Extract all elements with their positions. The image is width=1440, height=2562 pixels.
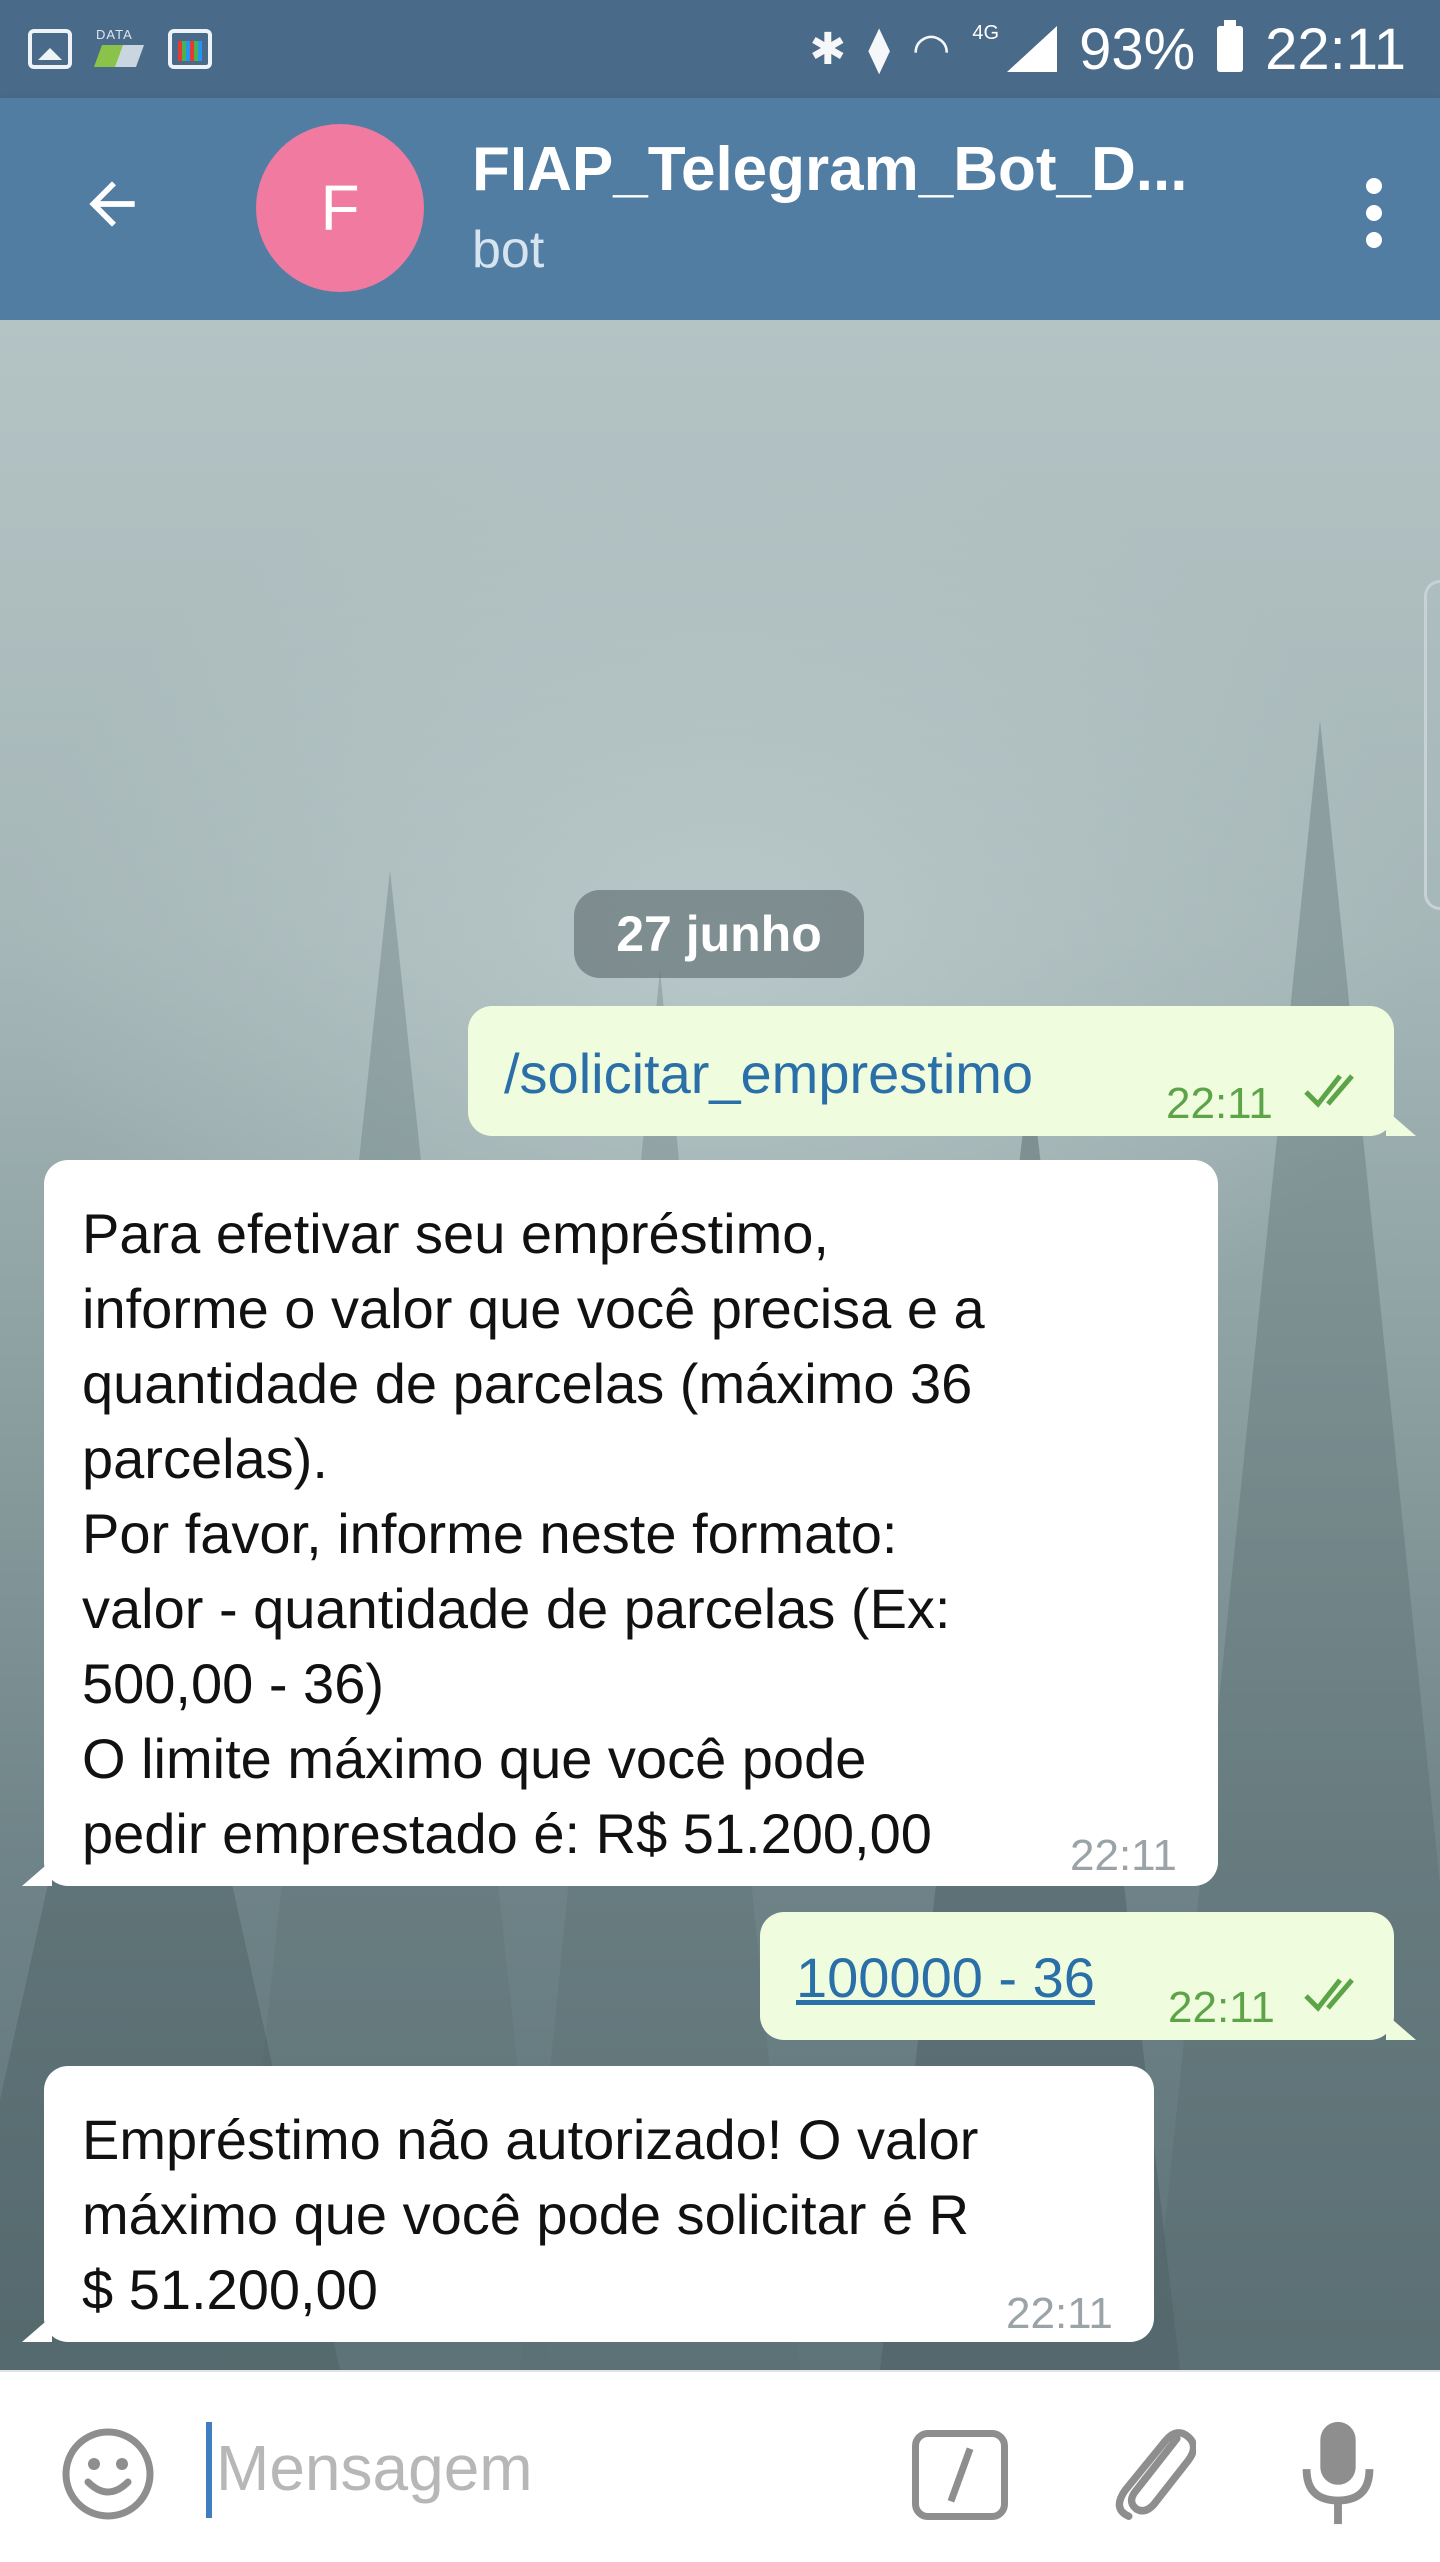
message-line: Para efetivar seu empréstimo,: [82, 1202, 829, 1265]
message-line: $ 51.200,00: [82, 2258, 378, 2321]
message-time: 22:11: [1168, 1983, 1275, 2032]
data-label: DATA: [96, 27, 133, 42]
text-caret: [206, 2422, 212, 2518]
date-separator: 27 junho: [574, 890, 864, 978]
back-arrow-icon[interactable]: [78, 170, 146, 238]
emoji-icon[interactable]: [60, 2426, 156, 2522]
message-time: 22:11: [1166, 1079, 1273, 1128]
message-composer: [0, 2370, 1440, 2562]
signal-icon: [1007, 26, 1058, 72]
message-line: parcelas).: [82, 1427, 328, 1490]
vibrate-mute-icon: ⧫: [868, 24, 890, 74]
data-notification-icon: DATA: [93, 27, 146, 71]
message-bubble-incoming[interactable]: Empréstimo não autorizado! O valor máxim…: [22, 2066, 1154, 2342]
message-time: 22:11: [1070, 1831, 1177, 1880]
message-time: 22:11: [1006, 2289, 1113, 2338]
message-line: 500,00 - 36): [82, 1652, 384, 1715]
double-check-icon: [1304, 1978, 1354, 2012]
wifi-icon: ◠: [911, 24, 951, 74]
chat-header: F FIAP_Telegram_Bot_D... bot: [0, 98, 1440, 320]
chart-notification-icon: [168, 29, 212, 69]
message-bubble-outgoing[interactable]: /solicitar_emprestimo 22:11: [468, 1006, 1416, 1136]
scroll-indicator[interactable]: [1424, 580, 1440, 910]
status-bar: DATA ✱ ⧫ ◠ 4G 93% 22:11: [0, 0, 1440, 98]
network-type: 4G: [972, 21, 1000, 44]
message-line: valor - quantidade de parcelas (Ex:: [82, 1577, 951, 1640]
message-bubble-incoming[interactable]: Para efetivar seu empréstimo, informe o …: [22, 1160, 1218, 1886]
message-line: Por favor, informe neste formato:: [82, 1502, 898, 1565]
message-line: quantidade de parcelas (máximo 36: [82, 1352, 973, 1415]
battery-percent: 93%: [1079, 16, 1196, 82]
battery-icon: [1217, 20, 1244, 72]
chat-subtitle: bot: [472, 221, 545, 279]
message-text[interactable]: 100000 - 36: [796, 1940, 1095, 2015]
message-line: O limite máximo que você pode: [82, 1727, 867, 1790]
avatar[interactable]: F: [256, 124, 424, 292]
attach-icon[interactable]: [1106, 2420, 1196, 2520]
double-check-icon: [1304, 1074, 1354, 1108]
message-bubble-outgoing[interactable]: 100000 - 36 22:11: [760, 1912, 1416, 2040]
bot-command-icon[interactable]: [912, 2430, 1008, 2520]
message-text[interactable]: /solicitar_emprestimo: [504, 1036, 1033, 1111]
gallery-notification-icon: [28, 29, 72, 69]
date-label: 27 junho: [616, 906, 822, 962]
chat-title[interactable]: FIAP_Telegram_Bot_D...: [472, 134, 1262, 205]
bluetooth-icon: ✱: [809, 24, 847, 74]
avatar-letter: F: [320, 172, 360, 244]
message-line: pedir emprestado é: R$ 51.200,00: [82, 1802, 932, 1865]
message-line: Empréstimo não autorizado! O valor: [82, 2108, 979, 2171]
clock: 22:11: [1265, 16, 1406, 82]
more-vert-icon[interactable]: [1364, 178, 1384, 248]
message-input[interactable]: [214, 2412, 858, 2524]
mic-icon[interactable]: [1300, 2418, 1376, 2528]
message-line: máximo que você pode solicitar é R: [82, 2183, 970, 2246]
message-line: informe o valor que você precisa e a: [82, 1277, 985, 1340]
